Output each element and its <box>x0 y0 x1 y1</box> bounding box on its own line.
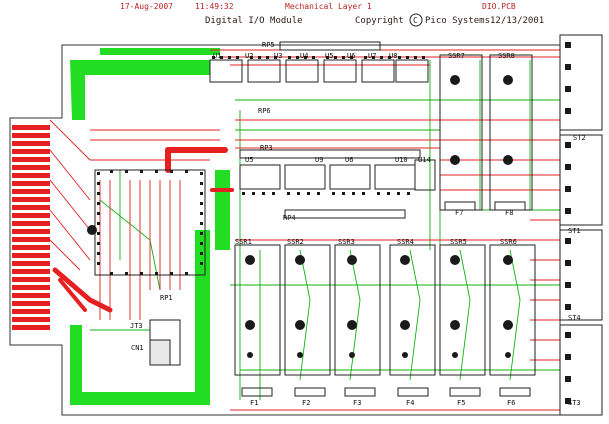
header-file: DIO.PCB <box>482 2 516 11</box>
label-ssr2: SSR2 <box>287 238 304 246</box>
label-f7: F7 <box>455 209 463 217</box>
label-u4: U4 <box>300 52 308 60</box>
ground-bus-right <box>195 230 210 405</box>
label-ssr3: SSR3 <box>338 238 355 246</box>
pcb-layout: 17-Aug-2007 11:49:32 Mechanical Layer 1 … <box>9 2 603 416</box>
label-ssr5: SSR5 <box>450 238 467 246</box>
label-st3: ST3 <box>568 399 581 407</box>
label-mid-u10: U10 <box>395 156 408 164</box>
label-f1: F1 <box>250 399 258 407</box>
edge-connector <box>12 125 50 330</box>
label-u1: U1 <box>213 52 221 60</box>
mid-ic-row <box>239 159 436 191</box>
ssr-relays <box>234 54 536 376</box>
resistor-pack-rp5 <box>279 41 381 51</box>
label-f5: F5 <box>457 399 465 407</box>
label-u7: U7 <box>368 52 376 60</box>
label-ssr4: SSR4 <box>397 238 414 246</box>
label-st1: ST1 <box>568 227 581 235</box>
terminal-pads <box>565 42 571 404</box>
board-date: 12/13/2001 <box>490 16 544 26</box>
copyright-symbol: C <box>413 16 418 25</box>
red-traces <box>49 49 560 411</box>
label-jt3: JT3 <box>130 322 143 330</box>
ground-bus-vert <box>215 170 230 250</box>
label-u8: U8 <box>389 52 397 60</box>
label-mid-u14: U14 <box>418 156 431 164</box>
cn1-block <box>149 339 171 366</box>
top-ic-row <box>209 59 429 83</box>
label-ssr6: SSR6 <box>500 238 517 246</box>
label-u5: U5 <box>325 52 333 60</box>
label-ssr1: SSR1 <box>235 238 252 246</box>
label-mid-u6: U6 <box>345 156 353 164</box>
header-date: 17-Aug-2007 <box>120 2 173 11</box>
label-rp4: RP4 <box>283 214 296 222</box>
label-rp3: RP3 <box>260 144 273 152</box>
label-f3: F3 <box>353 399 361 407</box>
board-title: Digital I/O Module <box>205 16 303 26</box>
label-f2: F2 <box>302 399 310 407</box>
label-ssr8: SSR8 <box>498 52 515 60</box>
label-rp6: RP6 <box>258 107 271 115</box>
company-label: Pico Systems <box>425 16 490 26</box>
label-mid-u5: U5 <box>245 156 253 164</box>
label-u6: U6 <box>347 52 355 60</box>
label-st2: ST2 <box>573 134 586 142</box>
label-f4: F4 <box>406 399 414 407</box>
label-ssr7: SSR7 <box>448 52 465 60</box>
label-rp5: RP5 <box>262 41 275 49</box>
header-layer: Mechanical Layer 1 <box>285 2 372 11</box>
label-f8: F8 <box>505 209 513 217</box>
label-mid-u9: U9 <box>315 156 323 164</box>
header-time: 11:49:32 <box>195 2 234 11</box>
label-cn1: CN1 <box>131 344 144 352</box>
label-st4: ST4 <box>568 314 581 322</box>
label-rp1: RP1 <box>160 294 173 302</box>
ssr-pads <box>87 75 513 358</box>
label-f6: F6 <box>507 399 515 407</box>
copyright-label: Copyright <box>355 16 404 26</box>
resistor-pack-rp4 <box>284 209 406 219</box>
label-u3: U3 <box>274 52 282 60</box>
ground-bus-top <box>100 48 220 55</box>
label-u2: U2 <box>245 52 253 60</box>
